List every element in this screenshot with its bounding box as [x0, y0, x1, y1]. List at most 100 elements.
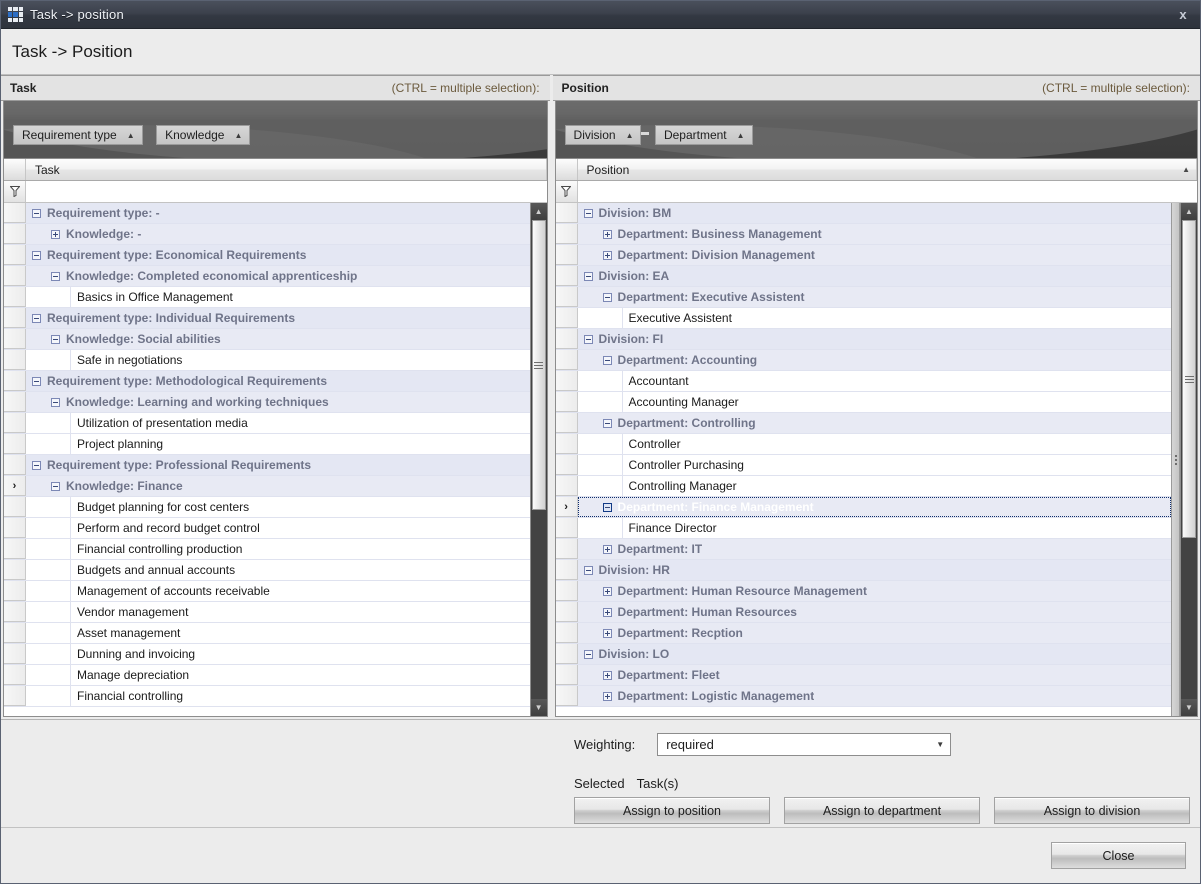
tree-group-row[interactable]: Knowledge: Learning and working techniqu… — [4, 392, 530, 413]
tree-leaf-row[interactable]: Financial controlling production — [4, 539, 530, 560]
tree-leaf-row[interactable]: Asset management — [4, 623, 530, 644]
collapse-icon[interactable] — [603, 293, 612, 302]
filter-funnel-icon[interactable] — [556, 181, 578, 202]
scroll-down-icon[interactable]: ▼ — [531, 699, 547, 716]
tree-group-row[interactable]: Department: IT — [556, 539, 1171, 560]
tree-leaf-row[interactable]: Controller — [556, 434, 1171, 455]
collapse-icon[interactable] — [584, 272, 593, 281]
position-filter-input[interactable] — [578, 181, 1197, 202]
position-rows[interactable]: Division: BMDepartment: Business Managem… — [556, 203, 1171, 716]
tree-group-row[interactable]: Requirement type: Professional Requireme… — [4, 455, 530, 476]
expand-icon[interactable] — [603, 545, 612, 554]
tree-leaf-row[interactable]: Safe in negotiations — [4, 350, 530, 371]
tree-leaf-row[interactable]: Basics in Office Management — [4, 287, 530, 308]
tree-leaf-row[interactable]: Accounting Manager — [556, 392, 1171, 413]
collapse-icon[interactable] — [584, 650, 593, 659]
tree-group-row[interactable]: Requirement type: Economical Requirement… — [4, 245, 530, 266]
tree-group-row[interactable]: Department: Controlling — [556, 413, 1171, 434]
tree-group-row[interactable]: Knowledge: Completed economical apprenti… — [4, 266, 530, 287]
tree-leaf-row[interactable]: Perform and record budget control — [4, 518, 530, 539]
collapse-icon[interactable] — [32, 251, 41, 260]
collapse-icon[interactable] — [51, 335, 60, 344]
tree-group-row[interactable]: Knowledge: Social abilities — [4, 329, 530, 350]
tree-leaf-row[interactable]: Project planning — [4, 434, 530, 455]
close-button[interactable]: Close — [1051, 842, 1186, 869]
position-collapse-strip[interactable] — [1171, 203, 1180, 716]
tree-group-row[interactable]: Requirement type: Individual Requirement… — [4, 308, 530, 329]
window-close-button[interactable]: x — [1166, 1, 1200, 28]
collapse-icon[interactable] — [603, 503, 612, 512]
tree-group-row[interactable]: Department: Recption — [556, 623, 1171, 644]
expand-icon[interactable] — [51, 230, 60, 239]
collapse-icon[interactable] — [32, 314, 41, 323]
tree-group-row[interactable]: Department: Division Management — [556, 245, 1171, 266]
collapse-icon[interactable] — [584, 566, 593, 575]
group-chip-department[interactable]: Department ▲ — [655, 125, 753, 145]
expand-icon[interactable] — [603, 671, 612, 680]
assign-to-division-button[interactable]: Assign to division — [994, 797, 1190, 824]
collapse-icon[interactable] — [32, 377, 41, 386]
tree-group-row[interactable]: Department: Fleet — [556, 665, 1171, 686]
expand-icon[interactable] — [603, 587, 612, 596]
collapse-icon[interactable] — [603, 419, 612, 428]
tree-leaf-row[interactable]: Executive Assistent — [556, 308, 1171, 329]
tree-group-row[interactable]: ›Department: Finance Management — [556, 497, 1171, 518]
collapse-icon[interactable] — [51, 482, 60, 491]
scroll-down-icon[interactable]: ▼ — [1181, 699, 1197, 716]
tree-group-row[interactable]: Department: Accounting — [556, 350, 1171, 371]
tree-leaf-row[interactable]: Utilization of presentation media — [4, 413, 530, 434]
tree-group-row[interactable]: Division: EA — [556, 266, 1171, 287]
tree-leaf-row[interactable]: Dunning and invoicing — [4, 644, 530, 665]
tree-group-row[interactable]: Department: Human Resource Management — [556, 581, 1171, 602]
collapse-icon[interactable] — [32, 461, 41, 470]
tree-leaf-row[interactable]: Budget planning for cost centers — [4, 497, 530, 518]
tree-leaf-row[interactable]: Controlling Manager — [556, 476, 1171, 497]
group-chip-division[interactable]: Division ▲ — [565, 125, 642, 145]
tree-group-row[interactable]: Division: HR — [556, 560, 1171, 581]
task-rows[interactable]: Requirement type: -Knowledge: -Requireme… — [4, 203, 530, 716]
expand-icon[interactable] — [603, 230, 612, 239]
column-header-task[interactable]: Task — [26, 159, 547, 180]
column-header-position[interactable]: Position ▲ — [578, 159, 1197, 180]
tree-group-row[interactable]: ›Knowledge: Finance — [4, 476, 530, 497]
filter-funnel-icon[interactable] — [4, 181, 26, 202]
tree-group-row[interactable]: Department: Logistic Management — [556, 686, 1171, 707]
expand-icon[interactable] — [603, 692, 612, 701]
expand-icon[interactable] — [603, 251, 612, 260]
tree-group-row[interactable]: Department: Executive Assistent — [556, 287, 1171, 308]
collapse-icon[interactable] — [584, 335, 593, 344]
tree-leaf-row[interactable]: Accountant — [556, 371, 1171, 392]
group-chip-requirement-type[interactable]: Requirement type ▲ — [13, 125, 143, 145]
scroll-track[interactable] — [531, 220, 547, 699]
tree-leaf-row[interactable]: Vendor management — [4, 602, 530, 623]
weighting-select[interactable]: required ▼ — [657, 733, 951, 756]
collapse-icon[interactable] — [32, 209, 41, 218]
group-chip-knowledge[interactable]: Knowledge ▲ — [156, 125, 250, 145]
tree-group-row[interactable]: Knowledge: - — [4, 224, 530, 245]
assign-to-department-button[interactable]: Assign to department — [784, 797, 980, 824]
tree-leaf-row[interactable]: Budgets and annual accounts — [4, 560, 530, 581]
tree-group-row[interactable]: Division: FI — [556, 329, 1171, 350]
tree-group-row[interactable]: Division: BM — [556, 203, 1171, 224]
collapse-icon[interactable] — [51, 398, 60, 407]
scroll-thumb[interactable] — [532, 220, 546, 510]
collapse-icon[interactable] — [584, 209, 593, 218]
tree-leaf-row[interactable]: Management of accounts receivable — [4, 581, 530, 602]
tree-leaf-row[interactable]: Controller Purchasing — [556, 455, 1171, 476]
tree-group-row[interactable]: Requirement type: Methodological Require… — [4, 371, 530, 392]
collapse-icon[interactable] — [603, 356, 612, 365]
expand-icon[interactable] — [603, 629, 612, 638]
tree-leaf-row[interactable]: Finance Director — [556, 518, 1171, 539]
scroll-track[interactable] — [1181, 220, 1197, 699]
position-vertical-scrollbar[interactable]: ▲ ▼ — [1180, 203, 1197, 716]
tree-group-row[interactable]: Requirement type: - — [4, 203, 530, 224]
scroll-up-icon[interactable]: ▲ — [1181, 203, 1197, 220]
tree-leaf-row[interactable]: Financial controlling — [4, 686, 530, 707]
collapse-icon[interactable] — [51, 272, 60, 281]
task-vertical-scrollbar[interactable]: ▲ ▼ — [530, 203, 547, 716]
task-filter-input[interactable] — [26, 181, 547, 202]
scroll-up-icon[interactable]: ▲ — [531, 203, 547, 220]
assign-to-position-button[interactable]: Assign to position — [574, 797, 770, 824]
tree-group-row[interactable]: Division: LO — [556, 644, 1171, 665]
tree-group-row[interactable]: Department: Business Management — [556, 224, 1171, 245]
